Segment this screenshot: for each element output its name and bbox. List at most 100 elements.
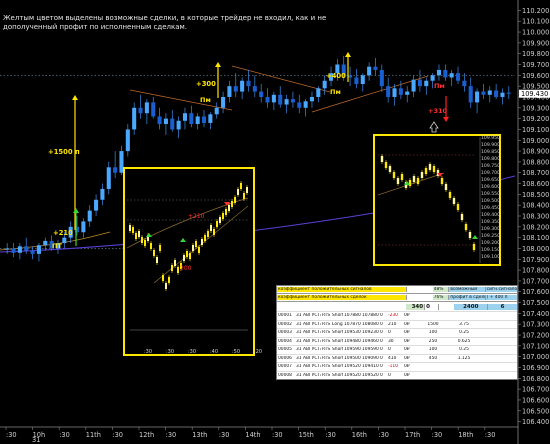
candle-body: [201, 116, 207, 123]
candle-body: [5, 248, 10, 250]
table-cell: 0.625: [457, 338, 471, 344]
inset-left-candle: [153, 250, 155, 256]
table-cell: RTS: [322, 338, 331, 344]
inset-right-candle: [444, 184, 448, 190]
candle-body: [259, 91, 264, 97]
candle-body: [214, 107, 219, 115]
candle-body: [208, 114, 213, 123]
inset-left-x-tick: :30: [188, 349, 196, 355]
candle-body: [265, 96, 270, 103]
x-tick-label: :30: [6, 431, 17, 439]
table-cell: 0₽: [404, 355, 410, 361]
candle-body: [182, 113, 188, 121]
inset-left-candle: [171, 265, 173, 271]
candle-body: [506, 92, 511, 94]
inset-right-y-tick: 109.400: [481, 212, 500, 218]
table-cell: 107880: [362, 313, 379, 319]
candle-body: [87, 210, 92, 222]
candle-body: [297, 102, 302, 108]
y-tick-label: 107.000: [522, 353, 549, 361]
profit-arrow-300-head: [215, 62, 221, 67]
table-cell: 30: [388, 338, 394, 344]
inset-right-y-tick: 109.250: [481, 233, 500, 239]
x-tick-label: :30: [325, 431, 336, 439]
table-cell: 0: [388, 372, 391, 378]
table-cell: 0: [388, 330, 391, 336]
table-cell: 1500: [427, 321, 439, 327]
table-cell: 0₽: [404, 330, 410, 336]
candle-body: [500, 92, 505, 97]
candle-body: [221, 96, 226, 108]
inset-right-candle: [428, 164, 432, 170]
trend-line: [231, 65, 331, 93]
table-cell: 0₽: [404, 321, 410, 327]
inset-left-candle: [162, 275, 164, 281]
candle-body: [119, 151, 124, 173]
candle-body: [125, 129, 130, 152]
table-cell: Long: [332, 321, 343, 327]
x-tick-label: :30: [166, 431, 177, 439]
table-row: 00008 31 АВГУСТА RTS Short 109520 109520 0 0 0₽: [277, 370, 517, 380]
inset-left-candle: [207, 231, 209, 237]
table-cell: 0: [380, 321, 383, 327]
inset-right-candle: [472, 244, 476, 250]
table-header-row-2: коэффициент положительных сделок 76% про…: [277, 293, 517, 301]
inset-right-candle: [456, 204, 460, 210]
y-tick-label: 106.800: [522, 375, 549, 383]
y-tick-label: 107.300: [522, 321, 549, 329]
table-cell: Short: [332, 313, 343, 319]
profit-arrow-400-head: [345, 52, 351, 57]
y-tick-label: 110.000: [522, 29, 549, 37]
candle-body: [354, 77, 359, 84]
hollow-arrow-icon: [429, 121, 439, 133]
table-cell: 0₽: [404, 338, 410, 344]
inset-right-candle: [424, 168, 428, 174]
candle-body: [475, 91, 480, 103]
inset-right-candle: [380, 156, 384, 162]
table-cell: -230: [388, 313, 398, 319]
candle-body: [144, 102, 149, 114]
y-tick-label: 109.700: [522, 61, 549, 69]
y-tick-label: 108.200: [522, 223, 549, 231]
table-cell: 0: [380, 364, 383, 370]
candle-body: [170, 118, 175, 130]
summary-score: 6: [488, 303, 518, 310]
table-cell: 00005: [278, 347, 292, 353]
candle-body: [43, 240, 48, 246]
y-tick-label: 107.900: [522, 256, 549, 264]
table-cell: 109590: [344, 347, 361, 353]
table-cell: 0₽: [404, 347, 410, 353]
inset-left-candle: [150, 243, 152, 249]
table-cell: Short: [332, 364, 343, 370]
x-tick-label: 14th: [245, 431, 260, 439]
header-score-2: ( + 400 п: [485, 295, 517, 300]
inset-left-candle: [219, 217, 221, 223]
y-tick-label: 109.300: [522, 104, 549, 112]
inset-left-x-tick: :40: [210, 349, 218, 355]
candle-body: [62, 237, 67, 244]
inset-left-candle: [210, 225, 212, 231]
inset-left-candle: [222, 213, 224, 219]
inset-right-candle: [388, 166, 392, 172]
table-cell: 00008: [278, 372, 292, 378]
table-cell: 108080: [362, 321, 379, 327]
table-cell: RTS: [322, 347, 331, 353]
y-tick-label: 109.000: [522, 137, 549, 145]
table-cell: 1.125: [457, 355, 471, 361]
table-row: 00004 31 АВГУСТА RTS Short 109480 109460 0 30 0₽…: [277, 336, 517, 346]
table-cell: Short: [332, 355, 343, 361]
y-tick-label: 108.100: [522, 234, 549, 242]
table-cell: 100: [428, 330, 438, 336]
candle-body: [290, 99, 295, 103]
candle-body: [316, 88, 321, 97]
y-tick-label: 106.500: [522, 407, 549, 415]
candle-body: [417, 79, 422, 87]
table-cell: 450: [428, 355, 438, 361]
inset-right-y-tick: 109.800: [481, 156, 500, 162]
inset-right-candle: [416, 178, 420, 184]
inset-left-candle: [237, 189, 239, 195]
inset-right-y-tick: 109.300: [481, 226, 500, 232]
inset-left-candle: [225, 209, 227, 215]
candle-body: [411, 79, 416, 92]
table-cell: 0: [380, 313, 383, 319]
